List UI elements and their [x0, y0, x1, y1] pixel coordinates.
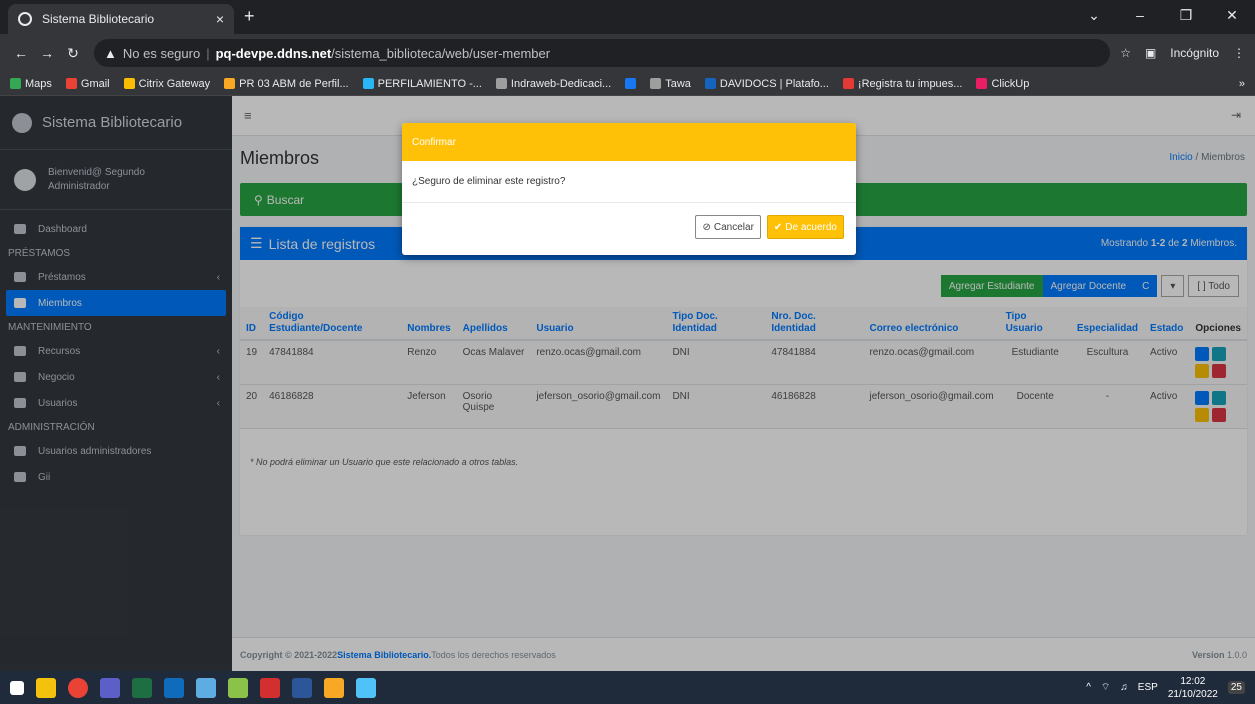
bookmark-icon: [704, 78, 716, 89]
bookmark-icon: [362, 78, 374, 89]
photos-icon[interactable]: [356, 677, 376, 698]
more-bookmarks-icon[interactable]: »: [1239, 78, 1245, 90]
bookmark-label: ¡Registra tu impues...: [857, 77, 963, 90]
system-tray: ^ ⌔ ♫ ESP 12:02 21/10/2022 25: [1086, 675, 1245, 701]
bookmark-item[interactable]: PERFILAMIENTO -...: [362, 77, 482, 90]
excel-icon[interactable]: [132, 677, 152, 698]
bookmark-icon: [123, 78, 135, 89]
dialog-message: ¿Seguro de eliminar este registro?: [402, 161, 856, 203]
bookmark-item[interactable]: ClickUp: [976, 78, 1029, 90]
url-path: /sistema_biblioteca/web/user-member: [331, 45, 551, 61]
confirm-dialog: Confirmar ¿Seguro de eliminar este regis…: [402, 123, 856, 255]
back-icon[interactable]: ←: [10, 45, 32, 61]
close-window-icon[interactable]: ✕: [1209, 0, 1255, 34]
address-bar-row: ← → ↻ ▲ No es seguro | pq-devpe.ddns.net…: [0, 34, 1255, 72]
bookmark-label: Gmail: [80, 77, 110, 90]
teams-icon[interactable]: [100, 677, 120, 698]
app-icon[interactable]: [196, 677, 216, 698]
bookmark-icon: [65, 78, 77, 89]
bookmark-label: ClickUp: [991, 77, 1030, 90]
bookmark-item[interactable]: Citrix Gateway: [123, 77, 211, 90]
aweb-icon[interactable]: [228, 677, 248, 698]
url-host: pq-devpe.ddns.net: [215, 45, 332, 61]
pdf-reader-icon[interactable]: [260, 677, 280, 698]
tray-chevron-icon[interactable]: ^: [1086, 682, 1091, 693]
bookmark-item[interactable]: ¡Registra tu impues...: [842, 77, 963, 90]
dialog-title: Confirmar: [402, 123, 856, 161]
menu-icon[interactable]: ⋮: [1233, 46, 1245, 60]
bookmark-icon: [224, 78, 236, 89]
network-icon[interactable]: ⌔: [1101, 681, 1110, 694]
close-tab-icon[interactable]: ×: [216, 11, 224, 27]
bookmark-icon: [10, 78, 21, 89]
ban-icon: ⊘: [702, 221, 711, 233]
windows-start-icon[interactable]: [10, 680, 24, 695]
cancel-label: Cancelar: [713, 221, 754, 233]
minimize-icon[interactable]: –: [1117, 0, 1163, 34]
bookmark-icon: [842, 78, 854, 89]
tab-title: Sistema Bibliotecario: [42, 12, 155, 26]
bookmark-item[interactable]: Tawa: [650, 78, 691, 90]
bookmark-icon: [976, 78, 988, 89]
bookmark-label: Tawa: [665, 77, 691, 90]
confirm-button[interactable]: ✔ De acuerdo: [766, 215, 844, 239]
reload-icon[interactable]: ↻: [62, 45, 84, 62]
site-icon: [18, 12, 32, 26]
browser-tab[interactable]: Sistema Bibliotecario ×: [8, 4, 234, 34]
bookmark-item[interactable]: Maps: [10, 78, 52, 90]
warning-icon: ▲: [104, 45, 117, 61]
clock-time: 12:02: [1180, 675, 1206, 687]
bookmark-label: Indraweb-Dedicaci...: [510, 77, 612, 90]
clock-date: 21/10/2022: [1167, 688, 1218, 700]
bookmark-icon: [495, 78, 507, 89]
bookmark-label: Maps: [25, 77, 52, 90]
sidepanel-icon[interactable]: ▣: [1145, 46, 1156, 60]
chevron-down-icon[interactable]: ⌄: [1071, 0, 1117, 34]
chrome-icon[interactable]: [68, 677, 88, 698]
bookmark-label: DAVIDOCS | Platafo...: [719, 77, 829, 90]
folder-icon[interactable]: [324, 677, 344, 698]
word-icon[interactable]: [292, 677, 312, 698]
incognito-label[interactable]: Incógnito: [1170, 46, 1219, 60]
cancel-button[interactable]: ⊘ Cancelar: [695, 215, 761, 239]
confirm-label: De acuerdo: [785, 221, 837, 233]
bookmark-item[interactable]: Indraweb-Dedicaci...: [495, 77, 612, 90]
restore-icon[interactable]: ❐: [1163, 0, 1209, 34]
notification-count[interactable]: 25: [1227, 681, 1245, 694]
new-tab-button[interactable]: +: [244, 6, 255, 27]
bookmark-icon: [625, 78, 637, 89]
file-explorer-icon[interactable]: [36, 677, 56, 698]
star-icon[interactable]: ☆: [1120, 46, 1131, 60]
bookmark-item[interactable]: [625, 78, 637, 89]
security-label: No es seguro: [122, 45, 201, 61]
check-icon: ✔: [773, 221, 783, 233]
bookmark-label: Citrix Gateway: [138, 77, 211, 90]
url-input[interactable]: ▲ No es seguro | pq-devpe.ddns.net /sist…: [94, 39, 1111, 67]
clock[interactable]: 12:02 21/10/2022: [1168, 675, 1218, 701]
os-taskbar: ^ ⌔ ♫ ESP 12:02 21/10/2022 25: [0, 671, 1255, 704]
bookmarks-bar: Maps Gmail Citrix Gateway PR 03 ABM de Perf…: [0, 72, 1255, 96]
bookmark-item[interactable]: DAVIDOCS | Platafo...: [704, 77, 829, 90]
volume-icon[interactable]: ♫: [1120, 682, 1128, 693]
bookmark-icon: [650, 78, 662, 89]
bookmark-item[interactable]: PR 03 ABM de Perfil...: [224, 77, 349, 90]
bookmark-item[interactable]: Gmail: [65, 77, 110, 90]
bookmark-label: PR 03 ABM de Perfil...: [239, 77, 349, 90]
window-controls: ⌄ – ❐ ✕: [1071, 0, 1255, 34]
forward-icon[interactable]: →: [36, 45, 58, 61]
bookmark-label: PERFILAMIENTO -...: [377, 77, 482, 90]
outlook-icon[interactable]: [164, 677, 184, 698]
language-indicator[interactable]: ESP: [1138, 682, 1158, 693]
browser-tab-bar: Sistema Bibliotecario × + ⌄ – ❐ ✕: [0, 0, 1255, 34]
